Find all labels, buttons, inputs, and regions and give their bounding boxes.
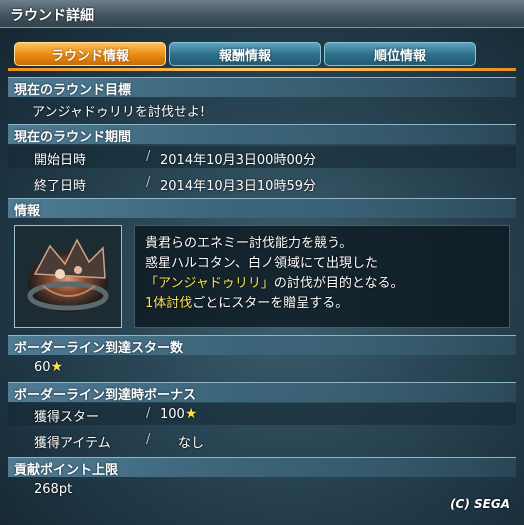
separator-slash: / — [146, 406, 151, 421]
separator-slash: / — [146, 432, 151, 447]
round-detail-window: ラウンド詳細 ラウンド情報 報酬情報 順位情報 現在のラウンド目標 アンジャドゥ… — [0, 0, 524, 525]
enemy-image — [15, 226, 121, 327]
tab-label: 報酬情報 — [218, 48, 271, 64]
end-value: 2014年10月3日10時59分 — [160, 179, 316, 194]
info-description: 貴君らのエネミー討伐能力を競う。 惑星ハルコタン、白ノ領域にて出現した 「アンジ… — [134, 225, 510, 328]
tab-reward-info[interactable]: 報酬情報 — [169, 42, 321, 66]
section-period-header: 現在のラウンド期間 — [8, 124, 516, 145]
tab-round-info[interactable]: ラウンド情報 — [14, 42, 166, 66]
section-title: 貢献ポイント上限 — [14, 463, 119, 478]
section-title: 情報 — [14, 204, 41, 219]
info-line-3: 「アンジャドゥリリ」の討伐が目的となる。 — [145, 274, 403, 294]
bonus-item-row: 獲得アイテム / なし — [8, 429, 516, 451]
borderline-value: 60 — [34, 360, 51, 375]
bonus-item-value: なし — [178, 436, 205, 451]
period-start-row: 開始日時 / 2014年10月3日00時00分 — [8, 146, 516, 168]
bonus-item-label: 獲得アイテム — [34, 436, 111, 451]
copyright: (C) SEGA — [450, 497, 510, 511]
enemy-thumbnail — [14, 225, 122, 328]
contribution-row: 268pt — [8, 479, 516, 501]
bonus-star-row: 獲得スター / 100★ — [8, 403, 516, 425]
star-icon: ★ — [50, 359, 64, 375]
tab-underline — [8, 68, 516, 71]
section-goal-header: 現在のラウンド目標 — [8, 77, 516, 98]
section-title: ボーダーライン到達時ボーナス — [14, 388, 197, 403]
star-icon: ★ — [184, 406, 198, 422]
start-label: 開始日時 — [34, 153, 87, 168]
goal-row: アンジャドゥリリを討伐せよ! — [8, 98, 516, 120]
info-line-1: 貴君らのエネミー討伐能力を競う。 — [145, 236, 353, 251]
contribution-value: 268pt — [34, 482, 73, 497]
section-info-header: 情報 — [8, 198, 516, 219]
info-highlight-count: 1体討伐 — [145, 296, 193, 311]
goal-text: アンジャドゥリリを討伐せよ! — [32, 105, 206, 120]
separator-slash: / — [146, 175, 151, 190]
section-title: 現在のラウンド目標 — [14, 83, 132, 98]
info-line-3-rest: の討伐が目的となる。 — [273, 276, 404, 291]
section-bonus-header: ボーダーライン到達時ボーナス — [8, 382, 516, 403]
info-line-2: 惑星ハルコタン、白ノ領域にて出現した — [145, 256, 378, 271]
info-highlight-target: 「アンジャドゥリリ」 — [145, 276, 274, 291]
bonus-star-value: 100 — [160, 407, 185, 422]
period-end-row: 終了日時 / 2014年10月3日10時59分 — [8, 172, 516, 194]
tab-label: ラウンド情報 — [50, 48, 129, 64]
bonus-star-value-wrap: 100★ — [160, 406, 197, 422]
window-title: ラウンド詳細 — [10, 8, 94, 24]
title-bar: ラウンド詳細 — [0, 0, 524, 28]
borderline-row: 60★ — [8, 356, 516, 378]
tab-rank-info[interactable]: 順位情報 — [324, 42, 476, 66]
tab-label: 順位情報 — [373, 48, 426, 64]
info-line-4-rest: ごとにスターを贈呈する。 — [192, 296, 349, 311]
separator-slash: / — [146, 149, 151, 164]
bonus-star-label: 獲得スター — [34, 410, 100, 425]
section-contribution-header: 貢献ポイント上限 — [8, 457, 516, 478]
start-value: 2014年10月3日00時00分 — [160, 153, 316, 168]
info-line-4: 1体討伐ごとにスターを贈呈する。 — [145, 294, 348, 314]
section-title: 現在のラウンド期間 — [14, 130, 132, 145]
borderline-value-wrap: 60★ — [34, 359, 63, 375]
end-label: 終了日時 — [34, 179, 87, 194]
section-title: ボーダーライン到達スター数 — [14, 341, 184, 356]
section-borderline-header: ボーダーライン到達スター数 — [8, 335, 516, 356]
